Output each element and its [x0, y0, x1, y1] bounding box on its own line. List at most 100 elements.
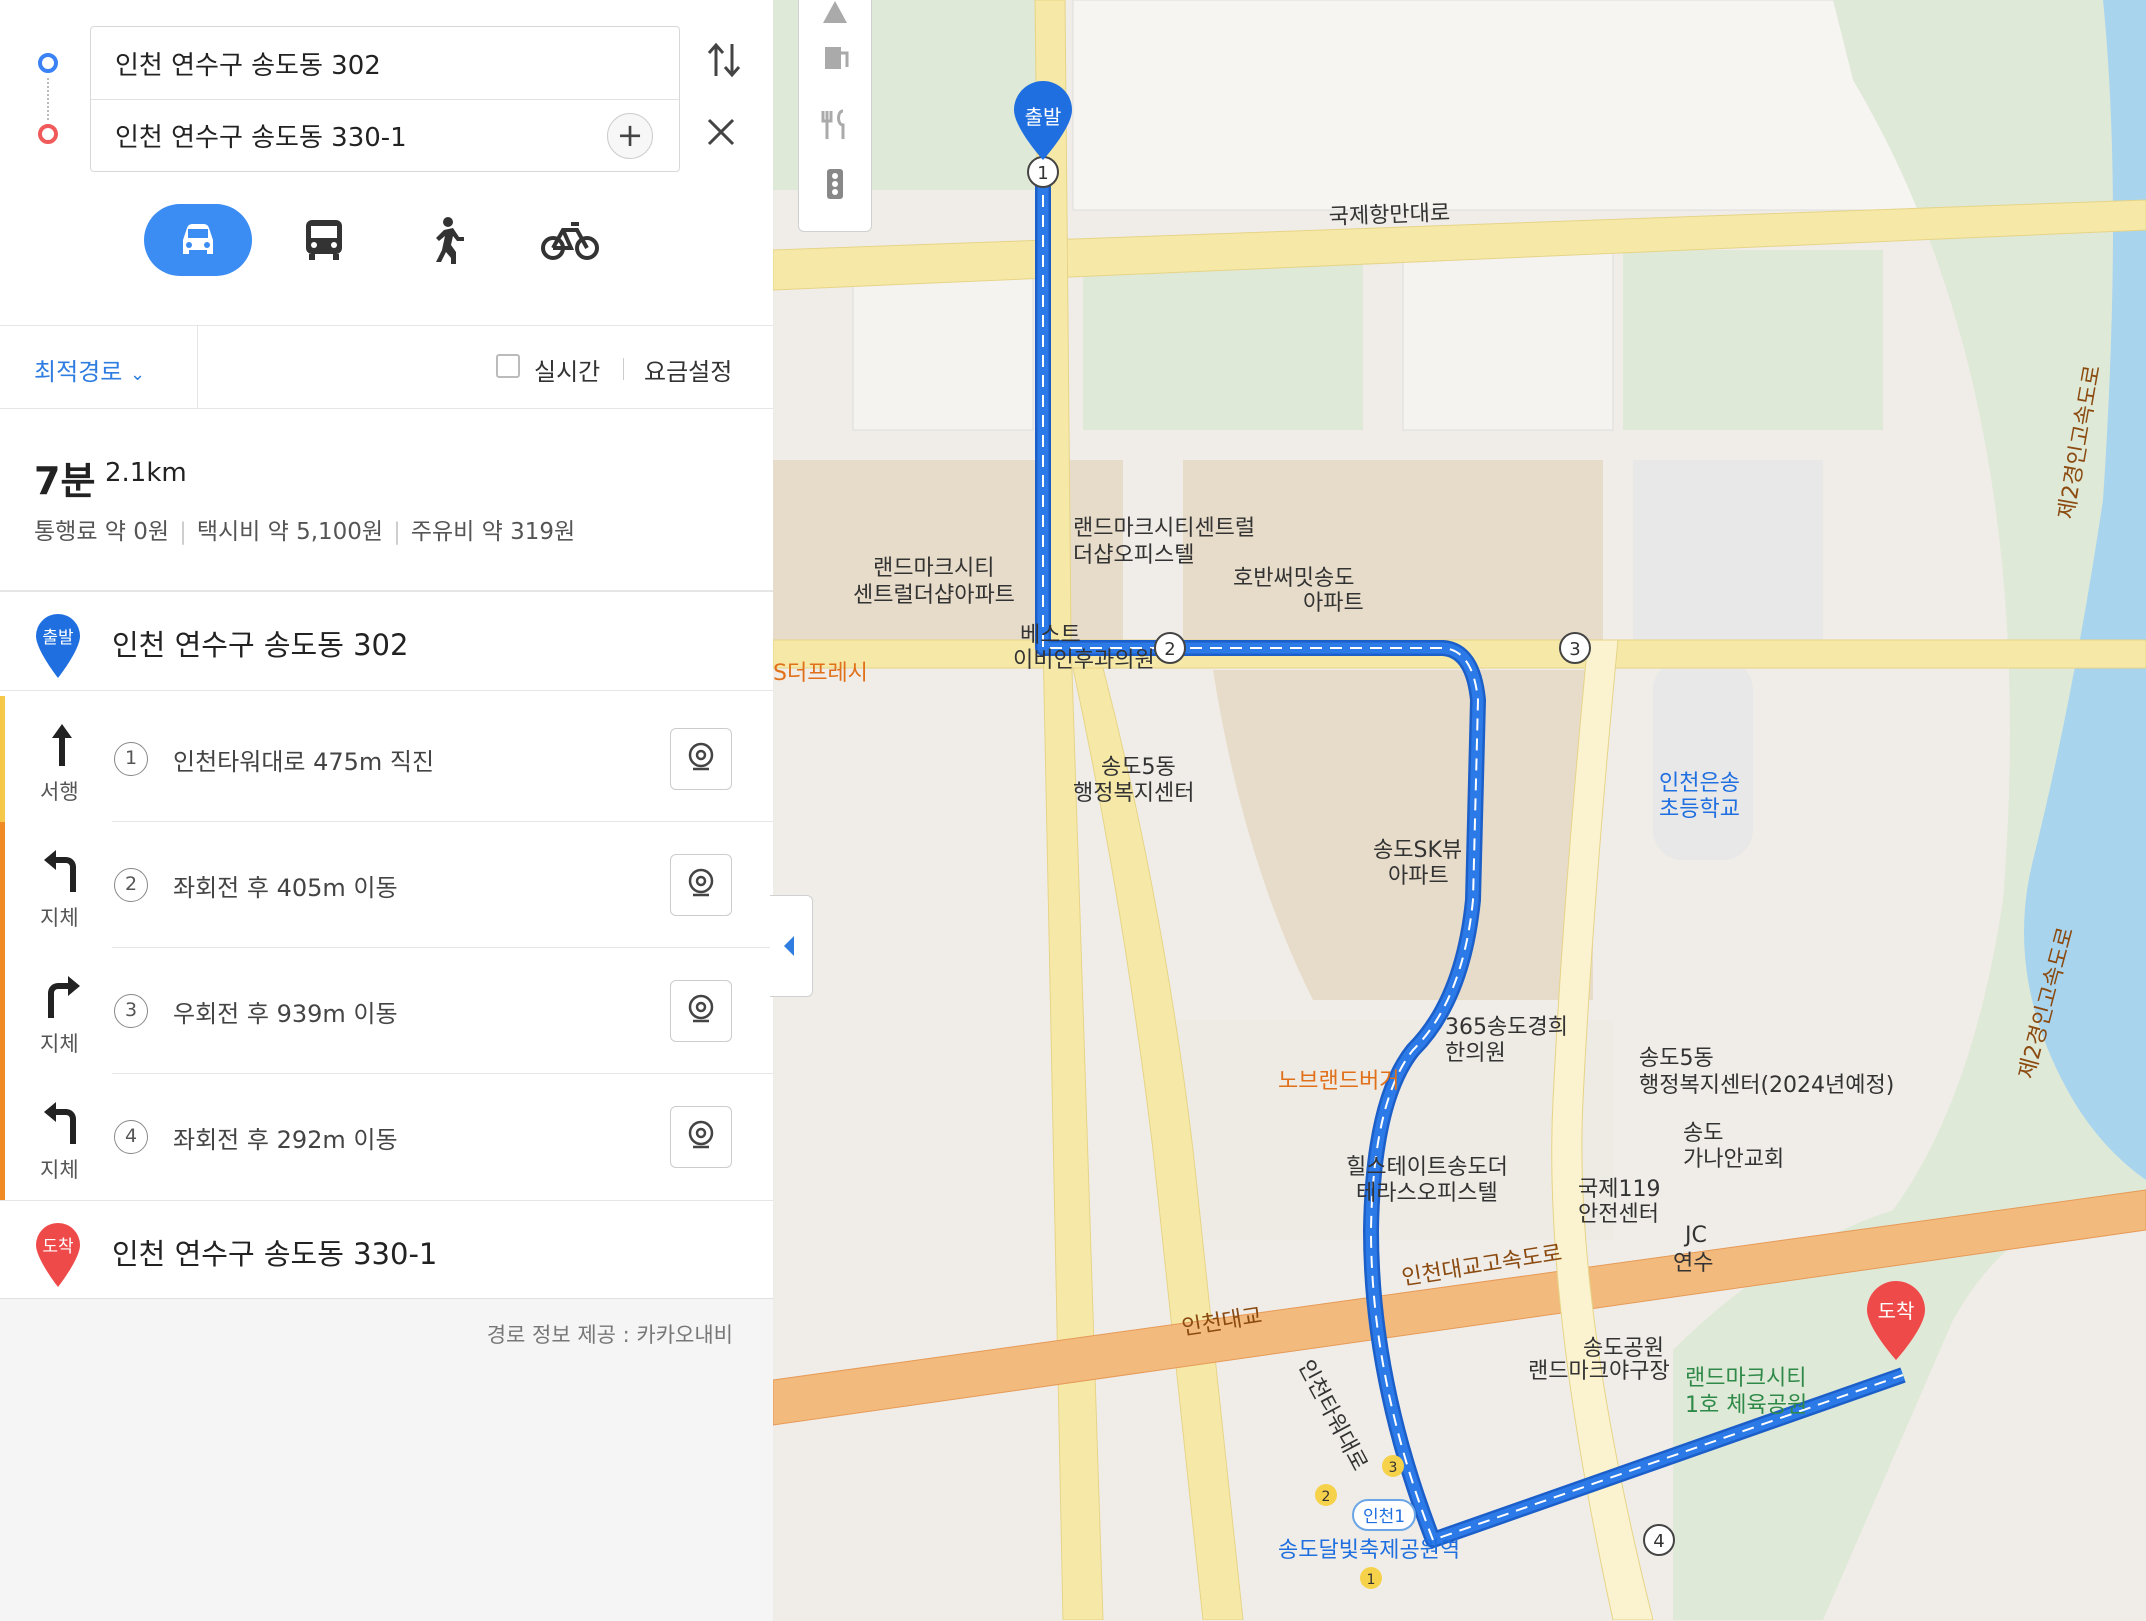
cctv-button[interactable] — [670, 854, 732, 916]
map-poi-label: 송도 — [1683, 1121, 1723, 1146]
route-inputs: 인천 연수구 송도동 302 인천 연수구 송도동 330-1 + — [90, 26, 680, 172]
map-poi-label: 송도5동 — [1639, 1046, 1714, 1071]
close-icon[interactable] — [706, 112, 736, 156]
realtime-label: 실시간 — [534, 358, 601, 386]
add-waypoint-button[interactable]: + — [607, 113, 653, 159]
map-green-area — [1083, 250, 1363, 430]
cctv-button[interactable] — [670, 1106, 732, 1168]
fuel-cost: 주유비 약 319원 — [410, 519, 576, 545]
directions-panel: 인천 연수구 송도동 302 인천 연수구 송도동 330-1 + 최적경로 ⌄… — [0, 0, 773, 1621]
destination-dot-icon — [38, 124, 58, 144]
restaurant-icon[interactable] — [821, 109, 845, 139]
bus-mode-button[interactable] — [270, 204, 378, 276]
gas-station-icon[interactable] — [825, 47, 849, 69]
collapse-panel-button[interactable] — [770, 895, 813, 997]
map-poi-label: 랜드마크시티센트럴 — [1073, 516, 1255, 541]
warning-icon[interactable] — [823, 1, 847, 23]
start-place[interactable]: 출발 인천 연수구 송도동 302 — [0, 592, 773, 691]
origin-field[interactable]: 인천 연수구 송도동 302 — [91, 27, 679, 100]
origin-dot-icon — [38, 53, 58, 73]
waypoint-marker: 2 — [1154, 632, 1186, 664]
step-description: 우회전 후 939m 이동 — [173, 1000, 398, 1028]
map-poi-label: 더샵오피스텔 — [1073, 543, 1194, 568]
right-turn-arrow-icon — [40, 972, 84, 1024]
map-poi-label: 국제119 — [1578, 1177, 1660, 1202]
cctv-button[interactable] — [670, 728, 732, 790]
map-poi-label: 센트럴더샵아파트 — [853, 583, 1015, 608]
step-description: 인천타워대로 475m 직진 — [173, 748, 435, 776]
subway-station-marker: 인천1 — [1352, 1499, 1416, 1531]
map-poi-label: 1호 체육공원 — [1685, 1393, 1807, 1418]
start-name: 인천 연수구 송도동 302 — [112, 628, 409, 662]
map-poi-label: 베스트 — [1020, 623, 1081, 648]
cctv-button[interactable] — [670, 980, 732, 1042]
toll-fee: 통행료 약 0원 — [34, 519, 170, 545]
destination-text: 인천 연수구 송도동 330-1 — [115, 123, 407, 153]
traffic-status: 지체 — [40, 1158, 79, 1182]
map-poi-label: 한의원 — [1445, 1041, 1506, 1066]
route-type-label: 최적경로 — [34, 358, 123, 386]
traffic-status: 지체 — [40, 1032, 79, 1056]
end-place[interactable]: 도착 인천 연수구 송도동 330-1 — [0, 1200, 773, 1299]
realtime-checkbox[interactable] — [496, 354, 520, 378]
map-block — [1633, 460, 1823, 640]
map-poi-label: 송도SK뷰 — [1373, 838, 1462, 863]
cctv-icon — [688, 1120, 714, 1149]
svg-text:4: 4 — [1653, 1531, 1664, 1552]
destination-field[interactable]: 인천 연수구 송도동 330-1 + — [91, 99, 679, 171]
map-block — [1072, 0, 1934, 211]
step-description: 좌회전 후 405m 이동 — [173, 874, 398, 902]
fee-info: 통행료 약 0원 | 택시비 약 5,100원 | 주유비 약 319원 — [34, 519, 576, 545]
traffic-bar-congested — [0, 948, 5, 1074]
route-step[interactable]: 지체 4 좌회전 후 292m 이동 — [0, 1074, 773, 1200]
map-poi-label: 랜드마크시티 — [873, 556, 994, 581]
map-poi-label: S더프레시 — [773, 661, 868, 686]
map-poi-label: 아파트 — [1388, 864, 1449, 889]
walk-mode-button[interactable] — [392, 204, 500, 276]
map-poi-label: 테라스오피스텔 — [1356, 1181, 1498, 1206]
map-block — [1173, 1020, 1613, 1240]
traffic-light-icon[interactable] — [827, 169, 843, 199]
cctv-icon — [688, 868, 714, 897]
panel-footer: 경로 정보 제공 : 카카오내비 — [0, 1298, 773, 1621]
bike-icon — [541, 222, 599, 260]
divider — [197, 326, 198, 408]
car-icon — [183, 224, 213, 254]
map-canvas[interactable]: 1 2 3 4 출발 도착 국제항만대로 랜드마크시티 센트럴더샵아파트 랜드마… — [773, 0, 2146, 1620]
svg-text:1: 1 — [1367, 1572, 1376, 1588]
traffic-status: 서행 — [40, 780, 79, 804]
cctv-icon — [688, 994, 714, 1023]
map-green-area — [1623, 250, 1883, 430]
station-label: 송도달빛축제공원역 — [1278, 1538, 1460, 1563]
station-exit-marker: 1 — [1360, 1567, 1382, 1589]
swap-icon[interactable] — [706, 40, 742, 89]
taxi-fee: 택시비 약 5,100원 — [196, 519, 384, 545]
map-poi-label: 365송도경희 — [1445, 1015, 1568, 1040]
chevron-down-icon: ⌄ — [129, 364, 146, 385]
bike-mode-button[interactable] — [516, 204, 624, 276]
route-step[interactable]: 서행 1 인천타워대로 475m 직진 — [0, 696, 773, 822]
route-step[interactable]: 지체 2 좌회전 후 405m 이동 — [0, 822, 773, 948]
traffic-bar-congested — [0, 1074, 5, 1200]
car-mode-button[interactable] — [144, 204, 252, 276]
route-step[interactable]: 지체 3 우회전 후 939m 이동 — [0, 948, 773, 1074]
waypoint-marker: 3 — [1559, 632, 1591, 664]
route-type-dropdown[interactable]: 최적경로 ⌄ — [34, 352, 145, 387]
station-exit-marker: 2 — [1315, 1484, 1337, 1506]
bus-icon — [306, 220, 342, 260]
walk-icon — [436, 217, 464, 268]
svg-text:도착: 도착 — [1878, 1299, 1915, 1323]
road-label: 국제항만대로 — [1328, 201, 1450, 230]
route-credit: 경로 정보 제공 : 카카오내비 — [486, 1323, 733, 1347]
step-number: 1 — [114, 742, 148, 776]
fee-settings-link[interactable]: 요금설정 — [644, 352, 732, 387]
map-poi-label: 연수 — [1673, 1251, 1713, 1276]
waypoint-marker: 1 — [1027, 156, 1059, 188]
map-poi-label: 랜드마크야구장 — [1528, 1359, 1670, 1384]
map-poi-label: 송도공원 — [1583, 1336, 1664, 1361]
straight-arrow-icon — [40, 720, 84, 772]
map-poi-label: 안전센터 — [1578, 1202, 1659, 1227]
map-apartment-block — [1183, 460, 1603, 640]
svg-text:3: 3 — [1389, 1460, 1398, 1476]
map-view[interactable]: 1 2 3 4 출발 도착 국제항만대로 랜드마크시티 센트럴더샵아파트 랜드마… — [773, 0, 2146, 1620]
